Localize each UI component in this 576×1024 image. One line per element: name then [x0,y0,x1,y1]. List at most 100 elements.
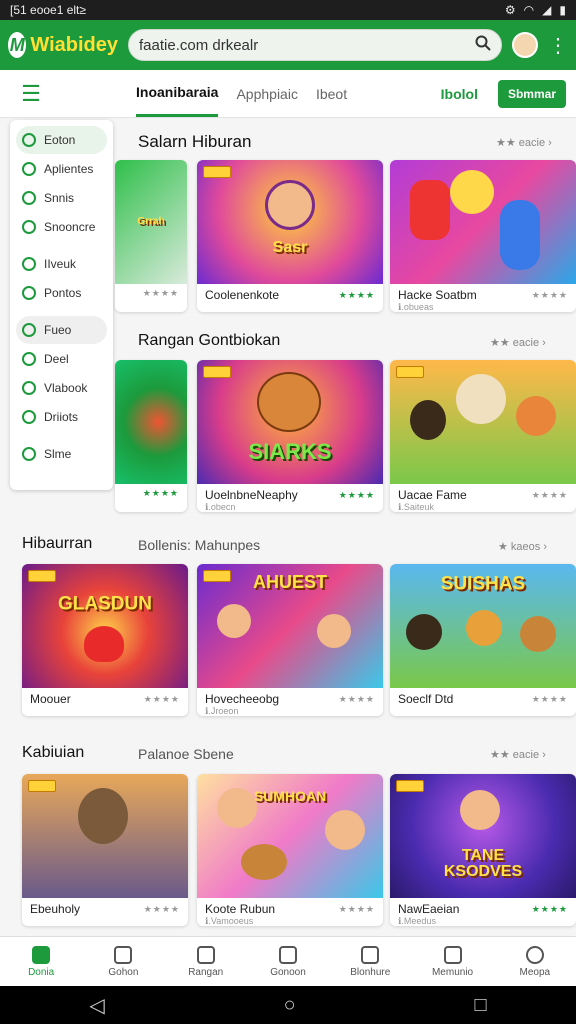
app-card[interactable]: Uacae Fame ★★★★ ℹ.Saiteuk [390,360,576,512]
home-circle-icon[interactable]: ○ [284,994,296,1017]
app-name: Hacke Soatbm [398,288,477,302]
nav-item-2[interactable]: Rangan [176,945,236,978]
sidebar-item-3[interactable]: Snooncre [16,213,107,241]
tab-2[interactable]: Ibeot [316,70,347,117]
app-card[interactable]: SIARKS UoelnbneNeaphy ★★★★ ℹ.obecn [197,360,383,512]
app-name: Moouer [30,692,71,706]
thumbnail-text: SIARKS [248,439,332,464]
photo-icon [22,286,36,300]
sidebar-item-label: Snooncre [44,220,96,234]
sidebar-item-2[interactable]: Snnis [16,184,107,212]
app-thumbnail: GLASDUN [22,564,188,688]
battery-icon: ▮ [559,3,566,17]
badge-icon [203,366,231,378]
more-menu-icon[interactable]: ⋮ [548,33,568,58]
nav-item-3[interactable]: Gonoon [258,945,318,978]
app-card[interactable]: Ebeuholy ★★★★ [22,774,188,926]
app-thumbnail: TANE KSODVES [390,774,576,898]
app-subtitle: ℹ.Vamooeus [205,916,254,926]
thumbnail-text: AHUEST [252,572,328,592]
tab-0[interactable]: Inoanibaraia [136,70,219,117]
nav-item-4[interactable]: Blonhure [340,945,400,978]
recents-icon[interactable]: □ [474,994,486,1017]
filter-link[interactable]: Ibolol [441,86,478,102]
app-thumbnail: SIARKS [197,360,383,484]
app-card[interactable]: SUISHAS Soeclf Dtd ★★★★ [390,564,576,716]
app-card[interactable]: ★★★★ [115,360,187,512]
chevron-right-icon: › [543,541,548,553]
video-icon [22,381,36,395]
character-illustration [406,614,442,650]
nav-item-5[interactable]: Memunio [423,945,483,978]
games-icon [22,191,36,205]
section-see-more[interactable]: ★★ eacie › [496,136,552,149]
section-see-more[interactable]: ★ kaeos › [498,540,547,553]
nav-label: Memunio [431,966,474,978]
app-name: Uacae Fame [398,488,467,502]
sidebar-item-1[interactable]: Aplientes [16,155,107,183]
section-rating: ★★ eacie [496,137,546,149]
character-illustration [466,610,502,646]
character-illustration [317,614,351,648]
nav-label: Meopa [519,966,551,978]
sidebar-item-4[interactable]: IIveuk [16,250,107,278]
badge-icon [28,780,56,792]
character-illustration [410,400,446,440]
app-subtitle: ℹ.obecn [205,502,236,512]
section-see-more[interactable]: ★★ eacie › [490,336,546,349]
nav-item-1[interactable]: Gohon [93,945,153,978]
sidebar-item-6[interactable]: Fueo [16,316,107,344]
app-card[interactable]: SUMHOAN Koote Rubun ★★★★ ℹ.Vamooeus [197,774,383,926]
section-title: Kabiuian [22,744,85,761]
nav-label: Gonoon [270,966,306,978]
deal-icon [22,352,36,366]
sidebar-item-label: Deel [44,352,69,366]
sidebar-item-5[interactable]: Pontos [16,279,107,307]
badge-icon [28,570,56,582]
nav-item-6[interactable]: Meopa [505,945,565,978]
app-card[interactable]: Sasr Coolenenkote ★★★★ [197,160,383,312]
app-rating: ★★★★ [142,488,179,498]
sidebar-item-9[interactable]: Driiots [16,403,107,431]
character-illustration [217,788,257,828]
signal-icon: ◢ [542,3,552,17]
app-thumbnail [390,360,576,484]
sidebar-item-0[interactable]: Eoton [16,126,107,154]
sidebar-item-label: Aplientes [44,162,94,176]
sidebar-item-7[interactable]: Deel [16,345,107,373]
app-card[interactable]: AHUEST Hovecheeobg ★★★★ ℹ.Jroeon [197,564,383,716]
app-thumbnail: AHUEST [197,564,383,688]
app-rating: ★★★★ [531,489,568,500]
character-illustration [520,616,556,652]
character-illustration [265,180,315,230]
search-icon[interactable] [475,35,491,56]
thumbnail-text: SUISHAS [440,573,526,595]
search-bar[interactable] [128,29,502,61]
app-card[interactable]: Hacke Soatbm ★★★★ ℹ.obueas [390,160,576,312]
sidebar-item-10[interactable]: Slme [16,440,107,468]
hamburger-menu-icon[interactable]: ☰ [0,81,62,107]
app-rating: ★★★★ [142,288,179,298]
badge-icon [396,780,424,792]
search-input[interactable] [139,36,467,54]
app-logo[interactable]: M Wiabidey [8,32,118,58]
section-see-more[interactable]: ★★ eacie › [490,748,546,761]
app-thumbnail [390,160,576,284]
app-thumbnail [115,360,187,484]
settings-icon [22,447,36,461]
app-card[interactable]: Grrah ★★★★ [115,160,187,312]
sidebar-item-8[interactable]: Vlabook [16,374,107,402]
character-illustration [450,170,494,214]
status-time: [51 eooe1 elt≥ [10,3,86,17]
app-rating: ★★★★ [143,903,180,914]
app-card[interactable]: TANE KSODVES NawEaeian ★★★★ ℹ.Meedus [390,774,576,926]
nav-item-home[interactable]: Donia [11,945,71,978]
app-card[interactable]: GLASDUN Moouer ★★★★ [22,564,188,716]
avatar[interactable] [512,32,538,58]
tab-1[interactable]: Apphpiaic [236,70,298,117]
sidebar: Eoton Aplientes Snnis Snooncre IIveuk Po… [10,120,113,490]
thumbnail-text: Sasr [272,239,308,256]
app-name: Coolenenkote [205,288,280,302]
back-icon[interactable]: ◁ [89,993,104,1018]
primary-button[interactable]: Sbmmar [497,79,566,108]
